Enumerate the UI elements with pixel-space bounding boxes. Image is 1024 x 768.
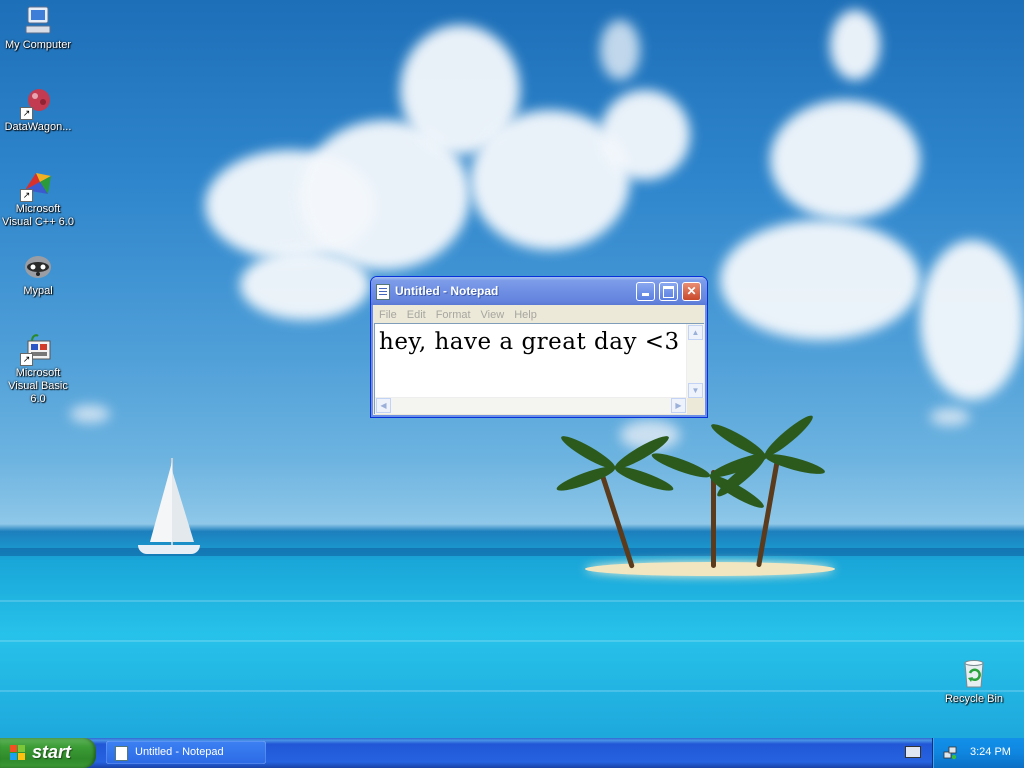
desktop-icon-my-computer[interactable]: My Computer xyxy=(0,4,76,52)
close-button[interactable]: ✕ xyxy=(682,282,701,301)
shortcut-arrow-icon: ↗ xyxy=(20,353,33,366)
desktop-icon-label: Microsoft Visual Basic 6.0 xyxy=(8,367,68,405)
cloud xyxy=(770,100,920,220)
scroll-left-button[interactable]: ◀ xyxy=(376,398,391,413)
visual-basic-icon: ↗ xyxy=(20,332,54,366)
mypal-raccoon-icon xyxy=(22,250,54,282)
desktop-icon-label: Microsoft Visual C++ 6.0 xyxy=(2,203,74,228)
menu-format[interactable]: Format xyxy=(431,306,476,324)
sea-glint xyxy=(0,690,1024,692)
keyboard-icon[interactable] xyxy=(905,746,921,758)
cloud xyxy=(720,220,920,340)
taskbar: start Untitled - Notepad 3:24 PM xyxy=(0,738,1024,768)
taskbar-button-label: Untitled - Notepad xyxy=(135,746,224,758)
resize-grip-icon[interactable] xyxy=(687,398,704,414)
cloud xyxy=(830,10,880,80)
desktop-icon-mypal[interactable]: Mypal xyxy=(0,250,76,298)
desktop-icon-recycle-bin[interactable]: Recycle Bin xyxy=(936,658,1012,706)
start-label: start xyxy=(32,742,72,762)
minimize-button[interactable] xyxy=(636,282,655,301)
visual-cpp-icon: ↗ xyxy=(20,168,54,202)
shortcut-arrow-icon: ↗ xyxy=(20,107,33,120)
desktop-icon-label: Mypal xyxy=(23,285,53,297)
cloud xyxy=(600,90,690,180)
palm-frond xyxy=(612,462,676,495)
minimize-icon xyxy=(642,293,649,296)
desktop-icon-datawagon[interactable]: ↗ DataWagon... xyxy=(0,86,76,134)
desktop-icon-label: Recycle Bin xyxy=(944,693,1004,705)
recycle-bin-icon xyxy=(958,658,990,690)
desktop-wallpaper[interactable]: My Computer ↗ DataWagon... ↗ Microsoft V… xyxy=(0,0,1024,738)
sailboat-hull xyxy=(138,545,200,554)
computer-icon xyxy=(22,4,54,36)
palm-frond xyxy=(649,449,713,482)
palm-frond xyxy=(708,419,768,462)
menu-view[interactable]: View xyxy=(476,306,510,324)
scroll-right-button[interactable]: ▶ xyxy=(671,398,686,413)
menu-bar: File Edit Format View Help xyxy=(374,305,704,323)
notepad-title-bar[interactable]: Untitled - Notepad ✕ xyxy=(371,277,707,305)
desktop-icon-label: My Computer xyxy=(4,39,72,51)
sailboat-sail xyxy=(150,462,172,542)
shortcut-arrow-icon: ↗ xyxy=(20,189,33,202)
window-title: Untitled - Notepad xyxy=(395,284,499,298)
start-button[interactable]: start xyxy=(0,738,96,768)
maximize-button[interactable] xyxy=(659,282,678,301)
notepad-window[interactable]: Untitled - Notepad ✕ File Edit Format View H… xyxy=(370,276,708,418)
sea-glint xyxy=(0,600,1024,602)
cloud xyxy=(930,408,970,426)
datawagon-icon: ↗ xyxy=(20,86,54,120)
horizontal-scrollbar[interactable]: ◀ ▶ xyxy=(375,397,687,414)
menu-file[interactable]: File xyxy=(374,306,402,324)
notepad-icon xyxy=(115,746,128,761)
taskbar-button-notepad[interactable]: Untitled - Notepad xyxy=(106,741,266,764)
windows-logo-icon xyxy=(10,745,26,761)
island xyxy=(585,562,835,576)
cloud xyxy=(240,250,370,320)
system-tray: 3:24 PM xyxy=(932,738,1024,768)
network-icon[interactable] xyxy=(943,746,957,760)
desktop-icon-visual-cpp[interactable]: ↗ Microsoft Visual C++ 6.0 xyxy=(0,168,76,229)
clock[interactable]: 3:24 PM xyxy=(970,746,1011,758)
cloud xyxy=(70,405,110,423)
desktop-icon-label: DataWagon... xyxy=(4,121,72,133)
menu-help[interactable]: Help xyxy=(509,306,542,324)
menu-edit[interactable]: Edit xyxy=(402,306,431,324)
desktop-icon-visual-basic[interactable]: ↗ Microsoft Visual Basic 6.0 xyxy=(0,332,76,406)
notepad-app-icon[interactable] xyxy=(376,284,390,300)
sea-glint xyxy=(0,640,1024,642)
scroll-up-button[interactable]: ▲ xyxy=(688,325,703,340)
cloud xyxy=(920,240,1024,400)
vertical-scrollbar[interactable]: ▲ ▼ xyxy=(686,324,704,399)
sailboat-sail xyxy=(172,470,194,542)
close-icon: ✕ xyxy=(686,284,697,298)
maximize-icon xyxy=(663,286,674,298)
cloud xyxy=(600,20,640,80)
notepad-text-area[interactable]: hey, have a great day <3 ▲ ▼ ◀ ▶ xyxy=(374,323,704,414)
notepad-content[interactable]: hey, have a great day <3 xyxy=(379,329,680,355)
scroll-down-button[interactable]: ▼ xyxy=(688,383,703,398)
